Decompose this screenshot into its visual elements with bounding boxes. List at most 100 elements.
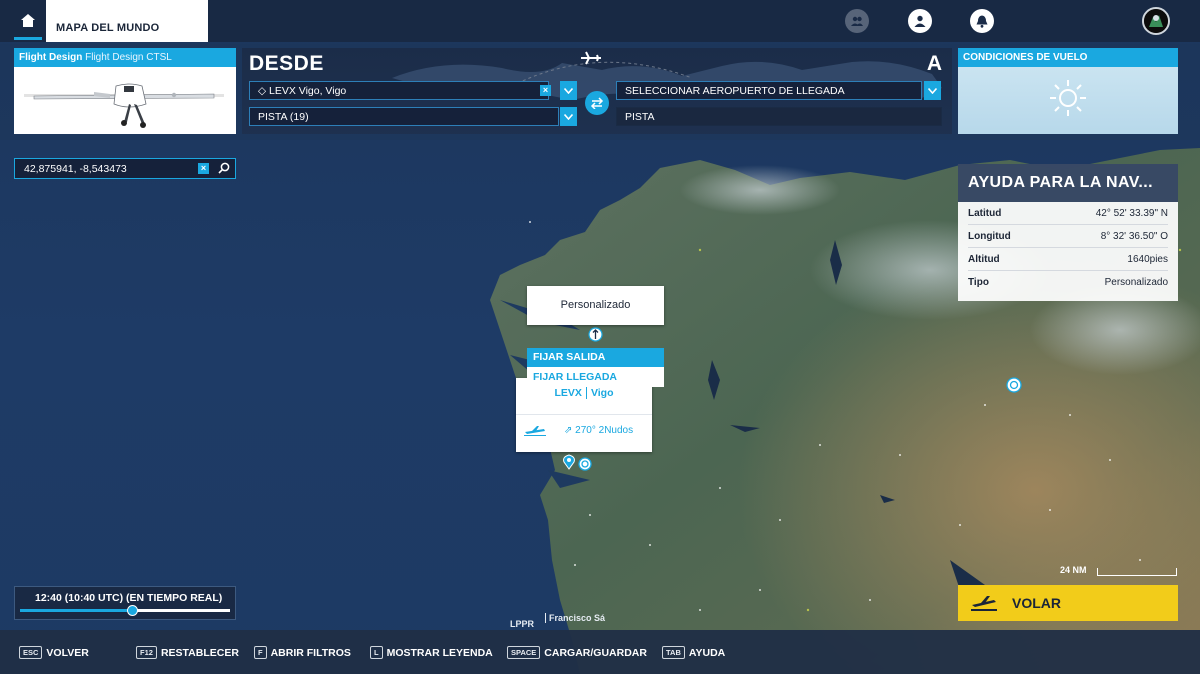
time-slider[interactable] — [20, 605, 230, 616]
aircraft-image — [24, 83, 224, 128]
time-slider-thumb[interactable] — [127, 605, 139, 616]
departure-runway-dropdown[interactable] — [560, 107, 577, 126]
airport-marker-icon[interactable] — [578, 457, 592, 471]
tab-world-map[interactable]: MAPA DEL MUNDO — [46, 0, 208, 42]
departure-runway-field[interactable]: PISTA (19) — [249, 107, 559, 126]
runway-wind-info: ⇗ 270° 2Nudos — [564, 425, 633, 436]
to-label: A — [926, 52, 942, 75]
swap-icon — [590, 97, 604, 109]
navaid-value: 42° 52' 33.39" N — [1095, 207, 1168, 219]
set-arrival-button[interactable]: FIJAR LLEGADA — [527, 367, 664, 387]
departure-runway-value: PISTA (19) — [258, 111, 309, 123]
map-scale-bar — [1097, 568, 1177, 576]
key-badge: L — [370, 646, 383, 659]
arrival-airport-field[interactable]: SELECCIONAR AEROPUERTO DE LLEGADA — [616, 81, 922, 100]
hotkey-label: VOLVER — [46, 646, 89, 659]
time-slider-fill — [20, 609, 134, 612]
key-badge: F12 — [136, 646, 157, 659]
route-panel: DESDE A ◇ LEVX Vigo, Vigo × PISTA (19) S… — [242, 48, 952, 134]
clear-search-icon[interactable]: × — [198, 163, 209, 174]
profile-icon[interactable] — [908, 9, 932, 33]
home-icon — [21, 14, 35, 27]
hotkey-reset[interactable]: F12 RESTABLECER — [136, 646, 239, 659]
flight-conditions-card[interactable]: CONDICIONES DE VUELO — [958, 48, 1178, 134]
airport-name: Vigo — [590, 387, 614, 399]
arrival-airport-dropdown[interactable] — [924, 81, 941, 100]
aircraft-selector-card[interactable]: Flight Design Flight Design CTSL — [14, 48, 236, 134]
departure-airport-value: LEVX Vigo, Vigo — [269, 85, 347, 97]
navaid-value: 8° 32' 36.50" O — [1100, 230, 1168, 242]
arrival-runway-value: PISTA — [625, 111, 655, 123]
hotkey-label: MOSTRAR LEYENDA — [386, 646, 493, 659]
from-label: DESDE — [249, 52, 324, 75]
plane-icon — [581, 51, 601, 65]
key-badge: ESC — [19, 646, 43, 659]
map-airport-code-label: LPPR — [510, 619, 535, 629]
airport-marker-icon[interactable] — [1006, 377, 1022, 393]
navaid-title: AYUDA PARA LA NAV... — [958, 164, 1178, 202]
navaid-row-latitude: Latitud 42° 52' 33.39" N — [968, 202, 1168, 225]
swap-airports-button[interactable] — [585, 91, 609, 115]
map-airport-name-label: Francisco Sá — [545, 613, 605, 623]
hotkey-show-legend[interactable]: L MOSTRAR LEYENDA — [370, 646, 493, 659]
navaid-value: 1640pies — [1127, 253, 1168, 265]
custom-location-pin-icon[interactable] — [588, 327, 603, 342]
hotkey-label: ABRIR FILTROS — [270, 646, 351, 659]
chevron-down-icon — [564, 87, 573, 94]
time-label: 12:40 (10:40 UTC) (EN TIEMPO REAL) — [35, 592, 223, 604]
runway-plane-icon — [524, 426, 546, 436]
hotkey-open-filters[interactable]: F ABRIR FILTROS — [254, 646, 351, 659]
map-scale-label: 24 NM — [1060, 565, 1087, 575]
airport-code-row: LEVX Vigo — [516, 387, 652, 400]
airport-diamond-icon: ◇ — [258, 85, 267, 97]
aircraft-brand: Flight Design — [19, 52, 83, 63]
avatar[interactable] — [1142, 7, 1170, 35]
navaid-value: Personalizado — [1104, 277, 1168, 288]
hotkey-back[interactable]: ESC VOLVER — [19, 646, 89, 659]
arrival-runway-field[interactable]: PISTA — [616, 107, 942, 126]
key-badge: F — [254, 646, 267, 659]
fly-button[interactable]: VOLAR — [958, 585, 1178, 621]
key-badge: SPACE — [507, 646, 541, 659]
fly-button-label: VOLAR — [1012, 595, 1061, 611]
aircraft-model: Flight Design CTSL — [85, 52, 172, 63]
coordinate-search-input[interactable]: 42,875941, -8,543473 × — [14, 158, 236, 179]
navaid-key: Tipo — [968, 277, 989, 288]
bottom-hotkey-bar: ESC VOLVER F12 RESTABLECER F ABRIR FILTR… — [0, 630, 1200, 674]
custom-location-label: Personalizado — [527, 286, 664, 325]
runway-wind-value: 270° 2Nudos — [575, 425, 634, 436]
hotkey-load-save[interactable]: SPACE CARGAR/GUARDAR — [507, 646, 647, 659]
airport-code: LEVX — [554, 387, 582, 399]
clear-departure-icon[interactable]: × — [540, 85, 551, 96]
top-navigation-bar: MAPA DEL MUNDO — [0, 0, 1200, 42]
flight-conditions-title: CONDICIONES DE VUELO — [958, 48, 1178, 67]
sun-icon — [1050, 80, 1086, 116]
key-badge: TAB — [662, 646, 685, 659]
airport-tooltip-card[interactable]: LEVX Vigo ⇗ 270° 2Nudos — [516, 378, 652, 452]
navaid-key: Altitud — [968, 253, 1000, 265]
home-button[interactable] — [14, 10, 42, 40]
departure-airport-dropdown[interactable] — [560, 81, 577, 100]
navaid-row-altitude: Altitud 1640pies — [968, 248, 1168, 271]
set-departure-button[interactable]: FIJAR SALIDA — [527, 348, 664, 367]
takeoff-icon — [971, 596, 997, 611]
navaid-key: Longitud — [968, 230, 1011, 242]
departure-airport-field[interactable]: ◇ LEVX Vigo, Vigo — [249, 81, 549, 100]
search-icon[interactable] — [218, 162, 230, 174]
chevron-down-icon — [564, 113, 573, 120]
chevron-down-icon — [928, 87, 937, 94]
wind-arrow-icon: ⇗ — [564, 425, 573, 436]
search-value: 42,875941, -8,543473 — [24, 163, 127, 175]
hotkey-help[interactable]: TAB AYUDA — [662, 646, 725, 659]
groups-icon[interactable] — [845, 9, 869, 33]
navaid-info-panel: AYUDA PARA LA NAV... Latitud 42° 52' 33.… — [958, 164, 1178, 301]
arrival-airport-placeholder: SELECCIONAR AEROPUERTO DE LLEGADA — [625, 85, 845, 97]
time-of-day-control: 12:40 (10:40 UTC) (EN TIEMPO REAL) — [14, 586, 236, 620]
hotkey-label: CARGAR/GUARDAR — [544, 646, 647, 659]
navaid-row-type: Tipo Personalizado — [968, 271, 1168, 294]
navaid-row-longitude: Longitud 8° 32' 36.50" O — [968, 225, 1168, 248]
hotkey-label: RESTABLECER — [160, 646, 239, 659]
airport-pin-icon[interactable] — [562, 454, 576, 470]
notifications-icon[interactable] — [970, 9, 994, 33]
aircraft-header: Flight Design Flight Design CTSL — [14, 48, 236, 67]
